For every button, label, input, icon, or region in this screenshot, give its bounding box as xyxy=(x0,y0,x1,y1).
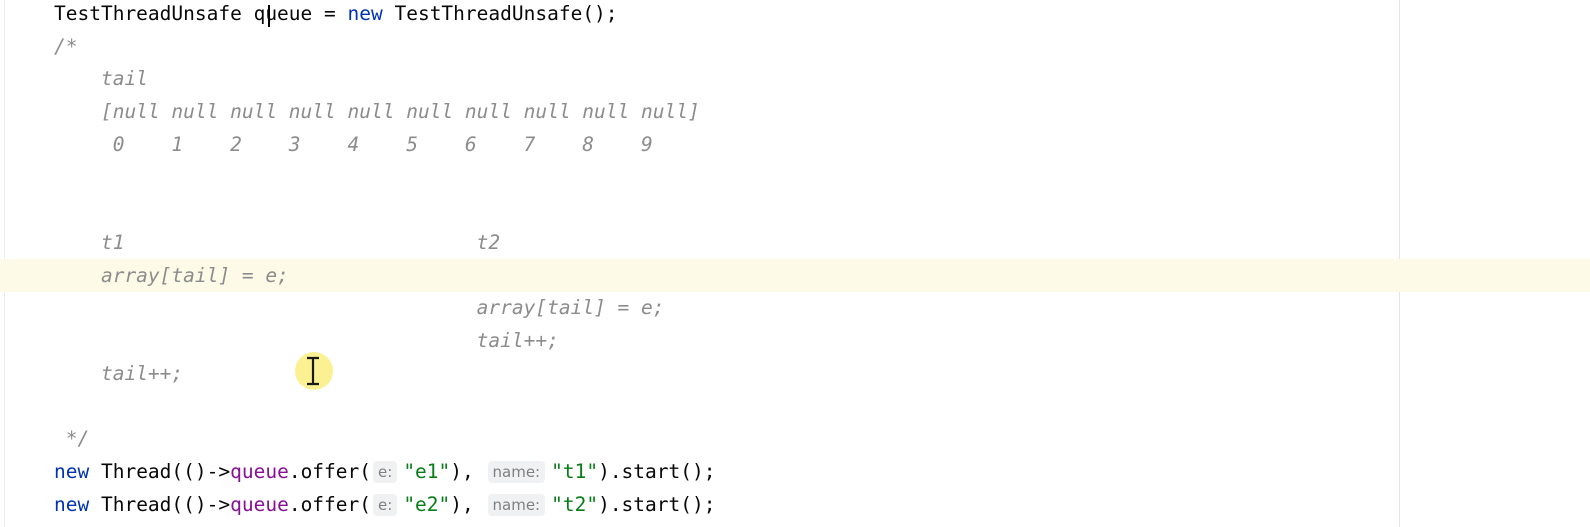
code-line[interactable]: array[tail] = e; xyxy=(0,291,1590,324)
code-token: ), xyxy=(450,492,486,516)
parameter-hint: name: xyxy=(487,460,546,483)
code-line-content: tail++; xyxy=(54,324,559,357)
code-token: "e1" xyxy=(403,459,451,483)
code-line-content: array[tail] = e; xyxy=(54,291,665,324)
code-token: TestThreadUnsafe queue = xyxy=(54,2,348,25)
code-token: "t2" xyxy=(551,492,599,516)
code-token: array[tail] = e; xyxy=(54,296,665,320)
code-token: TestThreadUnsafe(); xyxy=(382,2,618,25)
code-token: /* xyxy=(54,34,78,58)
code-line[interactable]: [null null null null null null null null… xyxy=(0,95,1590,128)
code-token: "t1" xyxy=(551,459,599,483)
code-token: new xyxy=(54,459,90,483)
code-token: ).start(); xyxy=(598,459,716,483)
code-line-content: new Thread(()->queue.offer(e: "e2"), name… xyxy=(54,488,715,521)
code-token: array[tail] = e; xyxy=(54,263,289,287)
code-line[interactable]: new Thread(()->queue.offer(e: "e1"), name… xyxy=(0,455,1590,488)
code-token: ), xyxy=(450,459,486,483)
code-token: [null null null null null null null null… xyxy=(54,100,700,124)
code-line-content: TestThreadUnsafe queue = new TestThreadU… xyxy=(54,0,618,30)
code-token: tail++; xyxy=(54,329,559,352)
code-token: Thread(()-> xyxy=(89,492,231,516)
code-line[interactable]: tail++; xyxy=(0,357,1590,390)
code-line[interactable] xyxy=(0,193,1590,226)
code-line[interactable]: /* xyxy=(0,30,1590,63)
code-line-content: new Thread(()->queue.offer(e: "e1"), name… xyxy=(54,455,715,488)
code-line[interactable]: TestThreadUnsafe queue = new TestThreadU… xyxy=(0,0,1590,30)
code-editor[interactable]: TestThreadUnsafe queue = new TestThreadU… xyxy=(0,0,1590,527)
code-line[interactable]: 0 1 2 3 4 5 6 7 8 9 xyxy=(0,128,1590,161)
code-token: "e2" xyxy=(403,492,451,516)
code-token: */ xyxy=(54,427,90,451)
code-token: .offer( xyxy=(288,492,372,516)
code-token: tail xyxy=(54,67,148,91)
code-line[interactable]: tail xyxy=(0,62,1590,95)
code-token: .offer( xyxy=(288,459,372,483)
code-token: Thread(()-> xyxy=(89,459,231,483)
code-line-content: 0 1 2 3 4 5 6 7 8 9 xyxy=(54,128,653,161)
ibeam-cursor-icon xyxy=(307,356,319,386)
code-token: t1 t2 xyxy=(54,230,501,254)
parameter-hint: name: xyxy=(487,493,546,516)
text-caret xyxy=(268,5,270,27)
code-line-current[interactable]: array[tail] = e; xyxy=(0,258,1590,292)
code-line[interactable] xyxy=(0,161,1590,194)
code-line-content: array[tail] = e; xyxy=(54,259,289,292)
code-line[interactable]: */ xyxy=(0,422,1590,455)
code-line[interactable]: tail++; xyxy=(0,324,1590,357)
code-token: tail++; xyxy=(54,361,184,385)
code-line[interactable] xyxy=(0,389,1590,422)
code-line-content: [null null null null null null null null… xyxy=(54,95,700,128)
code-line[interactable]: t1 t2 xyxy=(0,226,1590,259)
code-line-content: tail++; xyxy=(54,357,183,390)
code-line-content: */ xyxy=(54,422,90,455)
parameter-hint: e: xyxy=(373,460,398,483)
code-token: 0 1 2 3 4 5 6 7 8 9 xyxy=(54,132,653,156)
code-line-content: /* xyxy=(54,30,77,63)
code-line-content: tail xyxy=(54,62,148,95)
parameter-hint: e: xyxy=(373,493,398,516)
code-token: new xyxy=(347,2,383,25)
code-token: queue xyxy=(230,492,289,516)
code-token: queue xyxy=(230,459,289,483)
code-token: new xyxy=(54,492,90,516)
code-line-content: t1 t2 xyxy=(54,226,500,259)
code-line[interactable]: new Thread(()->queue.offer(e: "e2"), name… xyxy=(0,488,1590,521)
code-token: ).start(); xyxy=(598,492,716,516)
